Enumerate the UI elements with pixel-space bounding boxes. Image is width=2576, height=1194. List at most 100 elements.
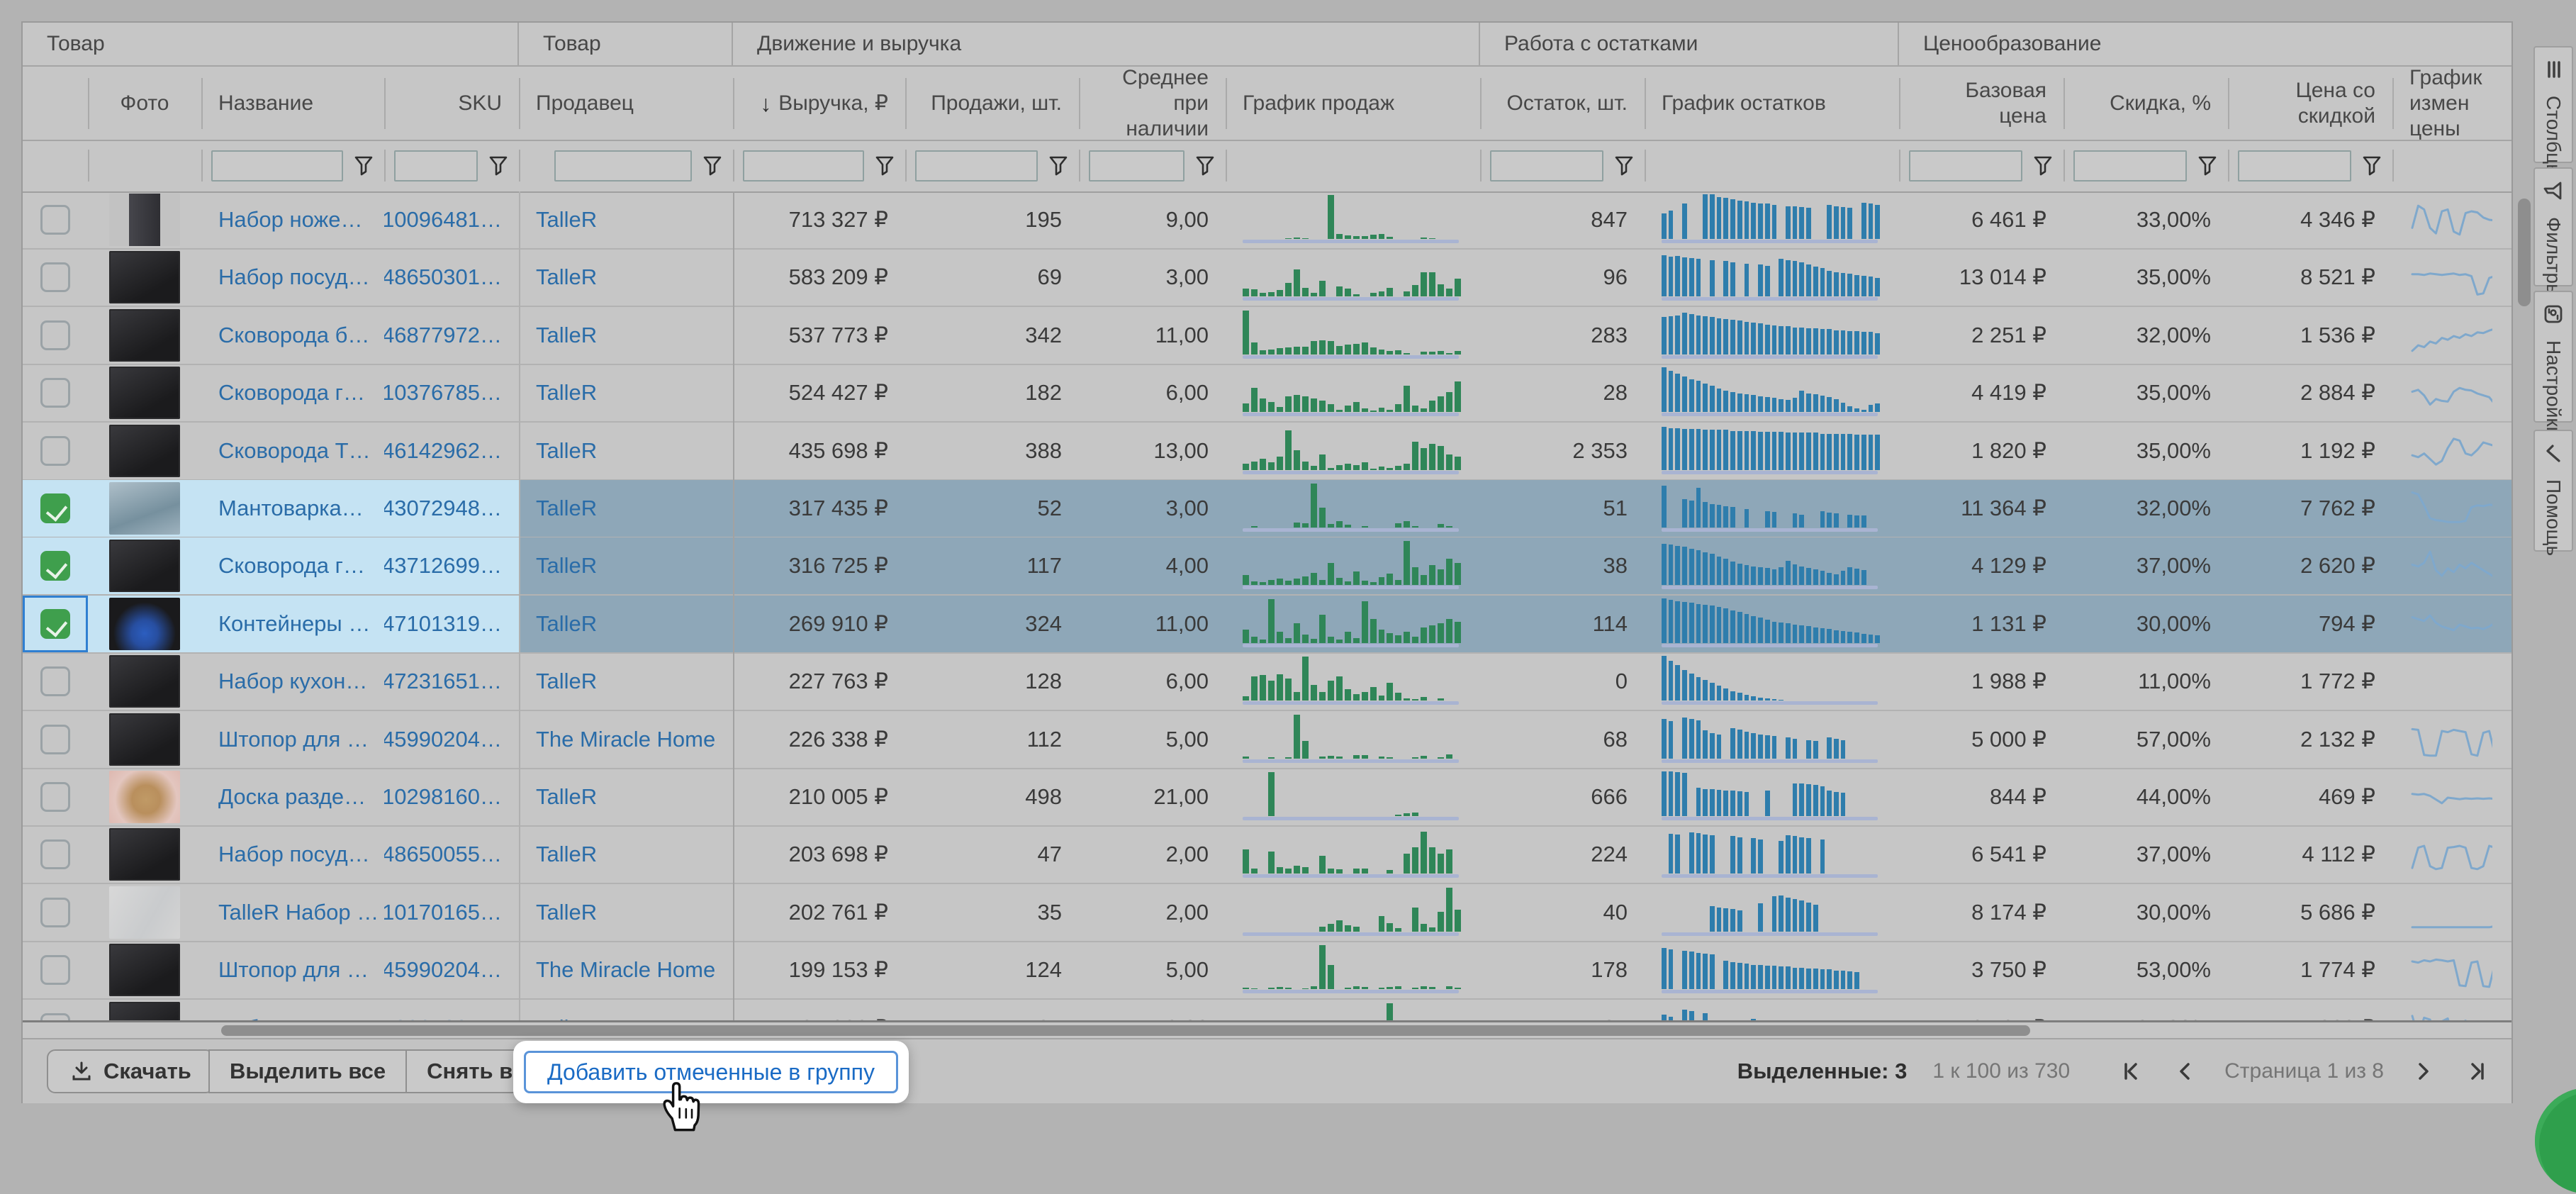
filter-input-stock[interactable] [1490, 150, 1603, 182]
column-header-photo[interactable]: Фото [88, 65, 201, 142]
product-sku-link[interactable]: 48650301… [384, 264, 502, 290]
filter-input-price[interactable] [2238, 150, 2351, 182]
row-checkbox[interactable] [40, 725, 70, 754]
seller-link[interactable]: TalleR [536, 611, 597, 637]
product-name-link[interactable]: Сковорода г… [218, 380, 365, 406]
seller-link[interactable]: TalleR [536, 900, 597, 925]
product-sku-link[interactable]: 10298160… [384, 784, 502, 810]
tab-help[interactable]: Помощь [2533, 430, 2573, 552]
product-photo[interactable] [109, 367, 180, 419]
product-sku-link[interactable]: 10365094… [384, 1015, 502, 1020]
column-header-base_price[interactable]: Базовая цена [1899, 65, 2063, 142]
product-name-link[interactable]: Набор посуд… [218, 1015, 370, 1020]
product-name-link[interactable]: Контейнеры … [218, 611, 370, 637]
last-page-button[interactable] [2463, 1057, 2492, 1086]
product-sku-link[interactable]: 46877972… [384, 323, 502, 348]
product-sku-link[interactable]: 45990204… [384, 957, 502, 983]
product-sku-link[interactable]: 43712699… [384, 553, 502, 579]
row-checkbox[interactable] [40, 782, 70, 812]
product-name-link[interactable]: Набор ноже… [218, 207, 362, 233]
product-photo[interactable] [109, 540, 180, 592]
row-checkbox[interactable] [40, 493, 70, 523]
download-button[interactable]: Скачать [47, 1049, 214, 1093]
product-name-link[interactable]: Сковорода Т… [218, 438, 371, 464]
product-name-link[interactable]: Набор посуд… [218, 264, 370, 290]
filter-input-revenue[interactable] [743, 150, 864, 182]
filter-input-avg[interactable] [1089, 150, 1185, 182]
vertical-scrollbar[interactable] [2518, 199, 2531, 306]
row-checkbox[interactable] [40, 262, 70, 292]
seller-link[interactable]: The Miracle Home [536, 727, 715, 752]
product-name-link[interactable]: Доска разде… [218, 784, 366, 810]
seller-link[interactable]: TalleR [536, 669, 597, 694]
column-header-sku[interactable]: SKU [384, 65, 519, 142]
filter-input-discount[interactable] [2073, 150, 2187, 182]
product-name-link[interactable]: Штопор для … [218, 727, 369, 752]
product-photo[interactable] [109, 309, 180, 362]
seller-link[interactable]: TalleR [536, 496, 597, 521]
next-page-button[interactable] [2409, 1057, 2438, 1086]
select-all-button[interactable]: Выделить все [210, 1051, 405, 1092]
row-checkbox[interactable] [40, 898, 70, 927]
row-checkbox[interactable] [40, 955, 70, 985]
tab-columns[interactable]: Столбцы [2533, 46, 2573, 163]
product-photo[interactable] [109, 713, 180, 766]
row-checkbox[interactable] [40, 205, 70, 235]
horizontal-scrollbar[interactable] [221, 1025, 2030, 1036]
prev-page-button[interactable] [2171, 1057, 2199, 1086]
column-header-seller[interactable]: Продавец [519, 65, 733, 142]
filter-input-base_price[interactable] [1909, 150, 2022, 182]
product-name-link[interactable]: Штопор для … [218, 957, 369, 983]
filter-input-name[interactable] [211, 150, 343, 182]
product-photo[interactable] [109, 828, 180, 881]
product-name-link[interactable]: Сковорода г… [218, 553, 365, 579]
product-photo[interactable] [109, 598, 180, 650]
product-sku-link[interactable]: 10170165… [384, 900, 502, 925]
first-page-button[interactable] [2117, 1057, 2145, 1086]
product-name-link[interactable]: Сковорода б… [218, 323, 369, 348]
seller-link[interactable]: TalleR [536, 784, 597, 810]
seller-link[interactable]: TalleR [536, 1015, 597, 1020]
product-photo[interactable] [109, 771, 180, 823]
seller-link[interactable]: TalleR [536, 380, 597, 406]
product-sku-link[interactable]: 46142962… [384, 438, 502, 464]
product-name-link[interactable]: Мантоварка… [218, 496, 364, 521]
seller-link[interactable]: TalleR [536, 842, 597, 867]
product-name-link[interactable]: Набор посуд… [218, 842, 370, 867]
column-header-avg[interactable]: Среднее при наличии [1079, 65, 1226, 142]
row-checkbox[interactable] [40, 551, 70, 581]
chat-widget-bubble[interactable] [2535, 1088, 2576, 1194]
tab-settings[interactable]: Настройки [2533, 291, 2573, 423]
seller-link[interactable]: The Miracle Home [536, 957, 715, 983]
filter-input-sales[interactable] [915, 150, 1038, 182]
seller-link[interactable]: TalleR [536, 553, 597, 579]
column-header-sales_chart[interactable]: График продаж [1226, 65, 1480, 142]
product-sku-link[interactable]: 47231651… [384, 669, 502, 694]
product-sku-link[interactable]: 48650055… [384, 842, 502, 867]
column-header-sales[interactable]: Продажи, шт. [905, 65, 1079, 142]
column-header-stock_chart[interactable]: График остатков [1645, 65, 1899, 142]
column-header-price_chart[interactable]: График измен цены [2392, 65, 2509, 142]
product-sku-link[interactable]: 10376785… [384, 380, 502, 406]
seller-link[interactable]: TalleR [536, 438, 597, 464]
tab-filters[interactable]: Фильтры [2533, 167, 2573, 286]
product-sku-link[interactable]: 43072948… [384, 496, 502, 521]
product-name-link[interactable]: TalleR Набор … [218, 900, 379, 925]
seller-link[interactable]: TalleR [536, 323, 597, 348]
row-checkbox[interactable] [40, 609, 70, 639]
filter-input-sku[interactable] [394, 150, 478, 182]
row-checkbox[interactable] [40, 320, 70, 350]
product-photo[interactable] [109, 482, 180, 535]
row-checkbox[interactable] [40, 1013, 70, 1020]
product-sku-link[interactable]: 47101319… [384, 611, 502, 637]
row-checkbox[interactable] [40, 839, 70, 869]
product-photo[interactable] [109, 425, 180, 477]
product-sku-link[interactable]: 10096481… [384, 207, 502, 233]
column-header-revenue[interactable]: ↓Выручка, ₽ [733, 65, 905, 142]
add-to-group-button[interactable]: Добавить отмеченные в группу [524, 1051, 898, 1093]
product-name-link[interactable]: Набор кухон… [218, 669, 367, 694]
column-header-name[interactable]: Название [201, 65, 384, 142]
product-photo[interactable] [109, 886, 180, 939]
product-photo[interactable] [109, 944, 180, 996]
row-checkbox[interactable] [40, 378, 70, 408]
